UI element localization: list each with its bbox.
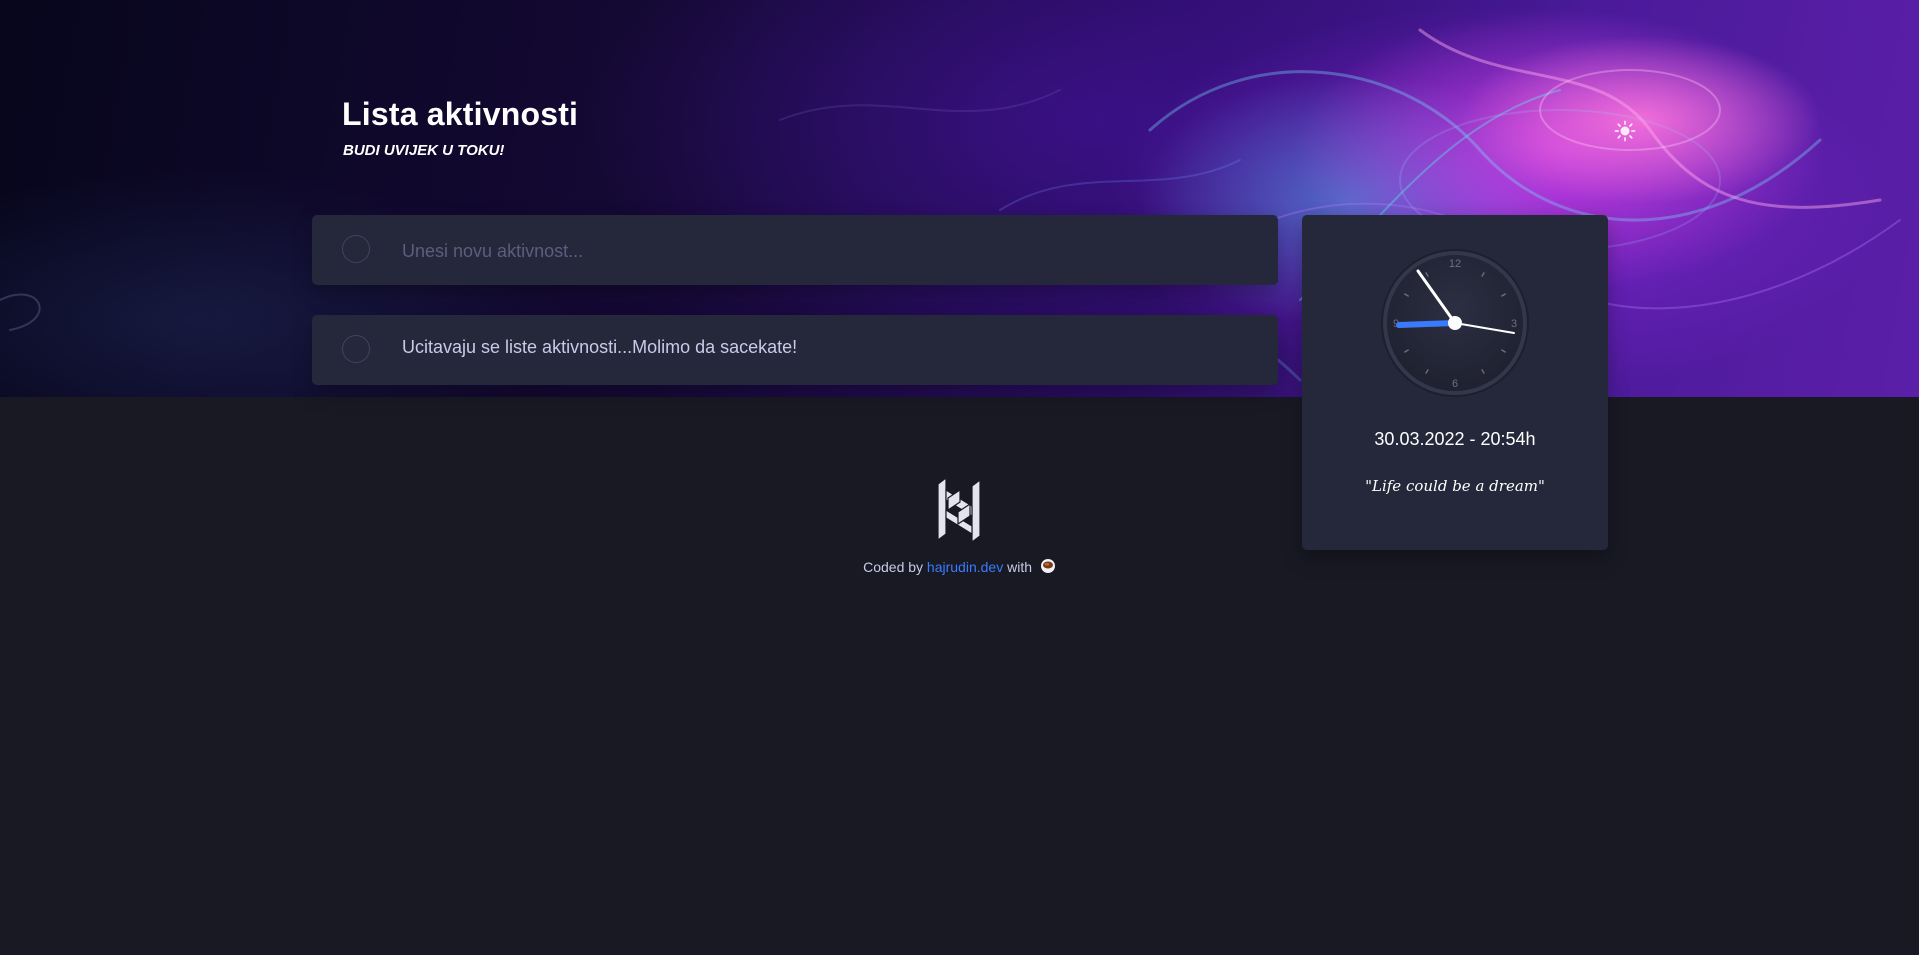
footer-credits: Coded by hajrudin.dev with [0, 558, 1919, 575]
clock-number-12: 12 [1449, 258, 1461, 270]
analog-clock: 12 3 6 9 [1381, 249, 1529, 397]
hajrudin-logo-icon [937, 476, 981, 544]
page-title: Lista aktivnosti [342, 96, 579, 132]
theme-toggle-button[interactable] [1611, 117, 1639, 145]
clock-hour-hand [1396, 320, 1458, 328]
author-link[interactable]: hajrudin.dev [927, 559, 1003, 575]
list-item-checkbox[interactable] [342, 335, 370, 363]
clock-number-3: 3 [1511, 318, 1517, 330]
new-todo-input[interactable] [400, 233, 1244, 269]
clock-number-6: 6 [1452, 378, 1458, 390]
footer-with: with [1007, 559, 1032, 575]
clock-card: 12 3 6 9 30.03.2022 - 20:54h "Life could… [1302, 215, 1608, 550]
page-subtitle: BUDI UVIJEK U TOKU! [343, 142, 505, 159]
footer-coded-by: Coded by [863, 559, 924, 575]
todo-list-card: Ucitavaju se liste aktivnosti...Molimo d… [312, 315, 1278, 385]
new-todo-checkbox[interactable] [342, 235, 370, 263]
loading-message: Ucitavaju se liste aktivnosti...Molimo d… [402, 337, 798, 357]
clock-center-pin [1448, 316, 1462, 330]
clock-quote: "Life could be a dream" [1365, 477, 1545, 495]
current-date-time: 30.03.2022 - 20:54h [1374, 429, 1536, 449]
new-todo-card [312, 215, 1278, 285]
sun-icon [1614, 120, 1636, 142]
coffee-icon [1040, 559, 1055, 573]
